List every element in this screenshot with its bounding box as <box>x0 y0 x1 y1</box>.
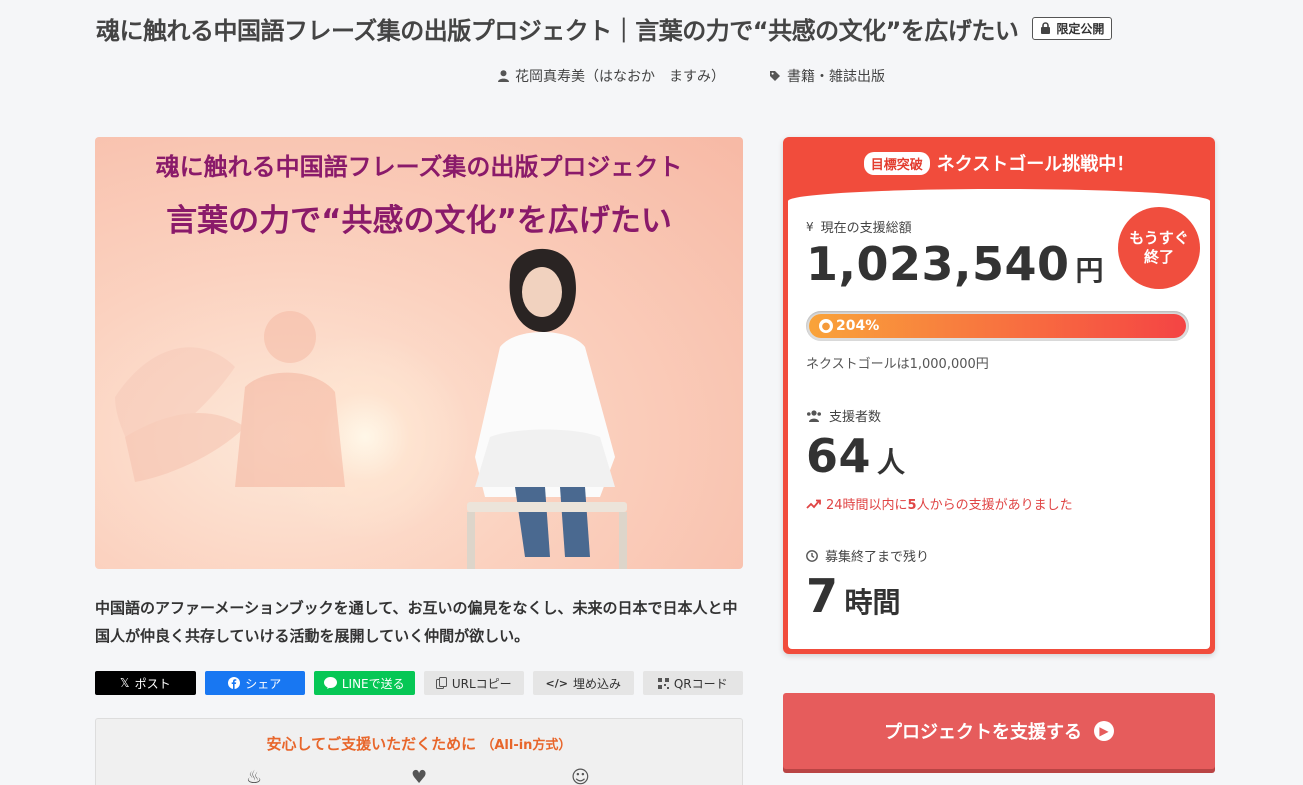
ending-soon-badge: もうすぐ 終了 <box>1118 207 1200 289</box>
copy-icon <box>435 677 447 689</box>
supporters-label: 支援者数 <box>829 410 882 425</box>
users-icon <box>807 409 821 422</box>
supporters-count: 64 人 <box>806 429 905 483</box>
code-icon: </> <box>545 676 568 690</box>
total-value: 1,023,540 <box>806 237 1070 291</box>
recent-prefix: 24時間以内に <box>826 498 908 513</box>
share-line-button[interactable]: LINEで送る <box>314 671 415 695</box>
progress-bar: ● 204% <box>806 311 1189 341</box>
total-label-row: ¥ 現在の支援総額 <box>806 217 912 237</box>
line-icon <box>323 677 337 689</box>
support-project-button[interactable]: プロジェクトを支援する ▶ <box>783 693 1215 769</box>
project-header: 魂に触れる中国語フレーズ集の出版プロジェクト｜言葉の力で“共感の文化”を広げたい… <box>96 12 1216 45</box>
assurance-title: 安心してご支援いただくために （All-in方式） <box>96 733 742 754</box>
lock-icon <box>1041 22 1051 34</box>
share-x-button[interactable]: 𝕏 ポスト <box>95 671 196 695</box>
remaining-label-row: 募集終了まで残り <box>806 546 929 565</box>
supporters-unit: 人 <box>877 446 906 479</box>
share-x-label: ポスト <box>134 676 171 691</box>
tag-icon <box>770 71 780 81</box>
heart-hand-icon: ♥ <box>411 767 428 785</box>
user-shield-icon: ☺ <box>571 767 590 785</box>
share-facebook-button[interactable]: シェア <box>204 671 305 695</box>
recent-count: 5 <box>907 498 917 513</box>
assurance-mode: （All-in方式） <box>481 738 572 753</box>
remaining-value: 7 <box>806 569 839 623</box>
hero-subheading: 言葉の力で“共感の文化”を広げたい <box>166 203 672 239</box>
share-facebook-label: シェア <box>245 676 282 691</box>
share-buttons: 𝕏 ポスト シェア LINEで送る URLコピー </> 埋め込み QRコード <box>95 671 743 695</box>
clock-icon <box>806 549 818 562</box>
total-label: 現在の支援総額 <box>820 221 912 236</box>
qr-code-icon <box>657 677 669 689</box>
embed-button[interactable]: </> 埋め込み <box>533 671 634 695</box>
user-icon <box>498 70 509 82</box>
supporters-label-row: 支援者数 <box>806 406 881 425</box>
remaining-time: 7 時間 <box>806 569 901 623</box>
fire-icon: ● <box>819 319 833 333</box>
panel-body: もうすぐ 終了 ¥ 現在の支援総額 1,023,540 円 ● 204% ネクス… <box>788 189 1210 649</box>
project-meta: 花岡真寿美（はなおか ますみ） 書籍・雑誌出版 <box>0 66 1303 86</box>
x-icon: 𝕏 <box>119 676 130 690</box>
url-copy-button[interactable]: URLコピー <box>423 671 524 695</box>
flame-icon: ♨ <box>246 767 263 785</box>
woman-illustration <box>467 248 627 569</box>
limited-badge-label: 限定公開 <box>1056 21 1105 36</box>
remaining-label: 募集終了まで残り <box>825 550 930 565</box>
panel-header: 目標突破 ネクストゴール挑戦中！ <box>783 137 1215 189</box>
qr-code-button[interactable]: QRコード <box>642 671 743 695</box>
progress-fill: ● 204% <box>809 314 1186 338</box>
category-link[interactable]: 書籍・雑誌出版 <box>769 66 885 86</box>
category-name: 書籍・雑誌出版 <box>787 69 885 85</box>
next-goal-heading: ネクストゴール挑戦中！ <box>936 154 1135 175</box>
funding-panel: 目標突破 ネクストゴール挑戦中！ もうすぐ 終了 ¥ 現在の支援総額 1,023… <box>783 137 1215 654</box>
embed-label: 埋め込み <box>572 676 621 691</box>
ending-soon-line2: 終了 <box>1143 248 1174 266</box>
total-unit: 円 <box>1075 254 1104 287</box>
next-goal-text: ネクストゴールは1,000,000円 <box>806 357 989 372</box>
progress-percent: 204% <box>836 318 880 334</box>
supporters-value: 64 <box>806 429 872 483</box>
hero-heading: 魂に触れる中国語フレーズ集の出版プロジェクト <box>155 153 683 181</box>
ending-soon-line1: もうすぐ <box>1129 229 1189 247</box>
angel-illustration <box>115 311 345 487</box>
goal-reached-badge: 目標突破 <box>863 151 930 175</box>
recent-suffix: 人からの支援がありました <box>916 498 1073 513</box>
page-title: 魂に触れる中国語フレーズ集の出版プロジェクト｜言葉の力で“共感の文化”を広げたい <box>96 16 1019 45</box>
support-project-label: プロジェクトを支援する <box>884 722 1082 743</box>
recent-supporters: 24時間以内に5人からの支援がありました <box>806 494 1073 513</box>
remaining-unit: 時間 <box>844 586 901 619</box>
qr-code-label: QRコード <box>673 676 728 691</box>
share-line-label: LINEで送る <box>341 676 405 691</box>
trending-up-icon <box>806 499 821 509</box>
author-name: 花岡真寿美（はなおか ますみ） <box>515 69 725 85</box>
url-copy-label: URLコピー <box>451 676 512 691</box>
facebook-icon <box>228 677 241 689</box>
total-amount: 1,023,540 円 <box>806 237 1104 291</box>
limited-badge: 限定公開 <box>1032 16 1113 40</box>
project-description: 中国語のアファーメーションブックを通して、お互いの偏見をなくし、未来の日本で日本… <box>95 599 738 645</box>
chevron-right-icon: ▶ <box>1094 721 1114 741</box>
hero-image: 魂に触れる中国語フレーズ集の出版プロジェクト 言葉の力で“共感の文化”を広げたい <box>95 137 743 569</box>
yen-icon: ¥ <box>806 219 814 234</box>
assurance-box: 安心してご支援いただくために （All-in方式） ♨ ♥ ☺ <box>95 718 743 785</box>
author-link[interactable]: 花岡真寿美（はなおか ますみ） <box>498 66 725 86</box>
assurance-title-text: 安心してご支援いただくために <box>266 735 477 753</box>
